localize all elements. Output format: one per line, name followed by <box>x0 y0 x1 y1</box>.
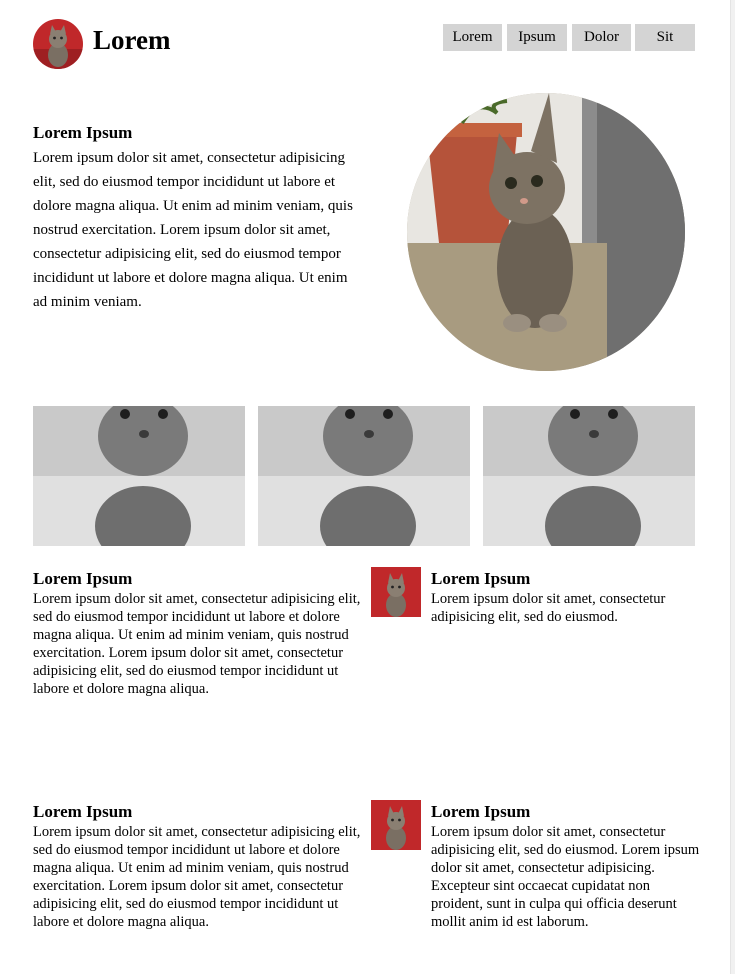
content-block-body: Lorem ipsum dolor sit amet, consectetur … <box>33 824 361 930</box>
hero-kitten-image <box>407 93 685 371</box>
scrollbar[interactable] <box>730 0 735 974</box>
kitten-thumbnail-1 <box>371 567 421 617</box>
content-block-4: Lorem Ipsum Lorem ipsum dolor sit amet, … <box>431 801 701 931</box>
content-block-title: Lorem Ipsum <box>431 802 531 821</box>
hero-title: Lorem Ipsum <box>33 123 133 142</box>
content-block-3: Lorem Ipsum Lorem ipsum dolor sit amet, … <box>33 801 363 931</box>
nav-item-lorem[interactable]: Lorem <box>443 24 502 51</box>
content-block-title: Lorem Ipsum <box>33 802 133 821</box>
page: Lorem Lorem Ipsum Dolor Sit Lorem Ipsum … <box>0 0 731 974</box>
content-block-body: Lorem ipsum dolor sit amet, consectetur … <box>33 591 361 697</box>
content-block-1: Lorem Ipsum Lorem ipsum dolor sit amet, … <box>33 568 363 698</box>
content-block-body: Lorem ipsum dolor sit amet, consectetur … <box>431 824 700 930</box>
kitten-thumbnail-2 <box>371 800 421 850</box>
site-title[interactable]: Lorem <box>93 22 170 58</box>
nav-item-sit[interactable]: Sit <box>635 24 695 51</box>
gallery-image-3[interactable] <box>483 406 695 546</box>
hero-body: Lorem ipsum dolor sit amet, consectetur … <box>33 150 353 310</box>
content-block-body: Lorem ipsum dolor sit amet, consectetur … <box>431 591 666 625</box>
content-block-2: Lorem Ipsum Lorem ipsum dolor sit amet, … <box>431 568 701 626</box>
hero-section: Lorem Ipsum Lorem ipsum dolor sit amet, … <box>33 122 363 314</box>
nav-item-dolor[interactable]: Dolor <box>572 24 631 51</box>
content-block-title: Lorem Ipsum <box>431 569 531 588</box>
content-block-title: Lorem Ipsum <box>33 569 133 588</box>
gallery-image-2[interactable] <box>258 406 470 546</box>
gallery-image-1[interactable] <box>33 406 245 546</box>
nav-item-ipsum[interactable]: Ipsum <box>507 24 567 51</box>
logo-kitten-image[interactable] <box>33 19 83 69</box>
